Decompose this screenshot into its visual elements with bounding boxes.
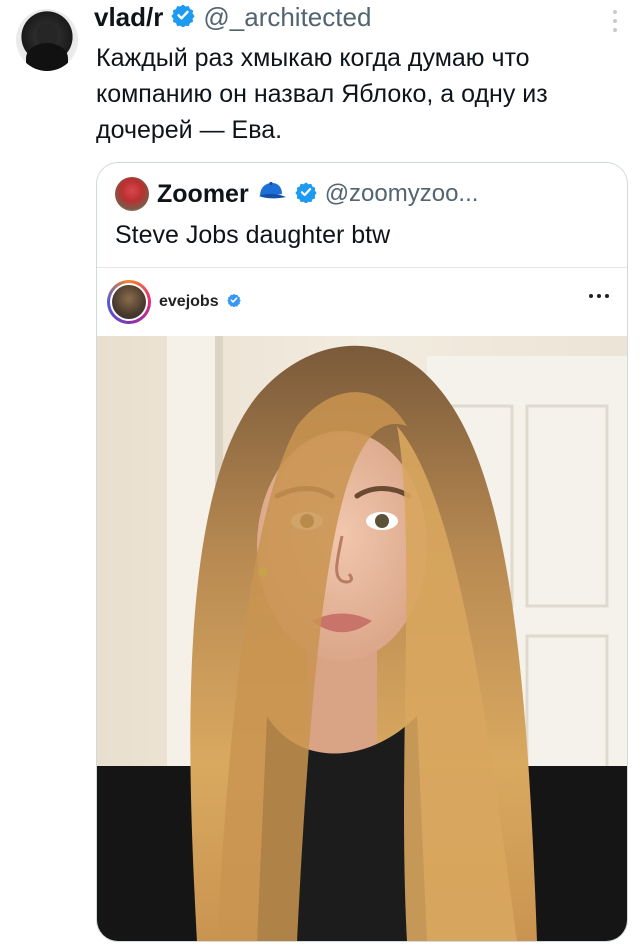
author-avatar[interactable] [16, 9, 78, 71]
ig-more-dot [589, 294, 593, 298]
quoted-verified-badge-icon [295, 181, 317, 208]
more-dot [613, 10, 617, 14]
instagram-username: evejobs [159, 293, 219, 310]
blue-cap-icon [257, 181, 287, 208]
quoted-author-handle[interactable]: @zoomyzoo... [325, 180, 479, 208]
ig-more-dot [597, 294, 601, 298]
portrait-illustration [97, 336, 627, 941]
author-handle[interactable]: @_architected [203, 2, 371, 33]
instagram-avatar-frame [110, 283, 148, 321]
tweet-text-line: Каждый раз хмыкаю когда думаю что [96, 44, 530, 72]
more-dot [613, 19, 617, 23]
avatar-body [26, 43, 68, 71]
tweet-header: vlad/r @_architected [94, 2, 371, 33]
instagram-story-ring [107, 280, 151, 324]
verified-badge-icon [171, 3, 195, 32]
tweet-text: Каждый раз хмыкаю когда думаю что компан… [96, 40, 621, 148]
author-name[interactable]: vlad/r [94, 2, 163, 33]
quoted-tweet-header: Zoomer @zoomyzoo... [115, 177, 478, 211]
tweet-text-line: компанию он назвал Яблоко, а одну из [96, 80, 548, 108]
ig-more-dot [605, 294, 609, 298]
instagram-post-screenshot[interactable]: evejobs [97, 267, 627, 941]
tweet-text-line: дочерей — Ева. [96, 116, 283, 144]
quoted-tweet-text: Steve Jobs daughter btw [115, 221, 391, 249]
more-dot [613, 28, 617, 32]
quoted-author-name[interactable]: Zoomer [157, 180, 249, 209]
instagram-avatar [112, 285, 146, 319]
instagram-more-icon [589, 294, 609, 298]
portrait-photo [97, 336, 627, 941]
more-options-icon[interactable] [612, 10, 618, 37]
quoted-author-avatar[interactable] [115, 177, 149, 211]
instagram-verified-icon [226, 293, 241, 312]
instagram-post-header: evejobs [107, 280, 241, 324]
quoted-tweet-card[interactable]: Zoomer @zoomyzoo... Steve Jobs daughter … [96, 162, 628, 942]
